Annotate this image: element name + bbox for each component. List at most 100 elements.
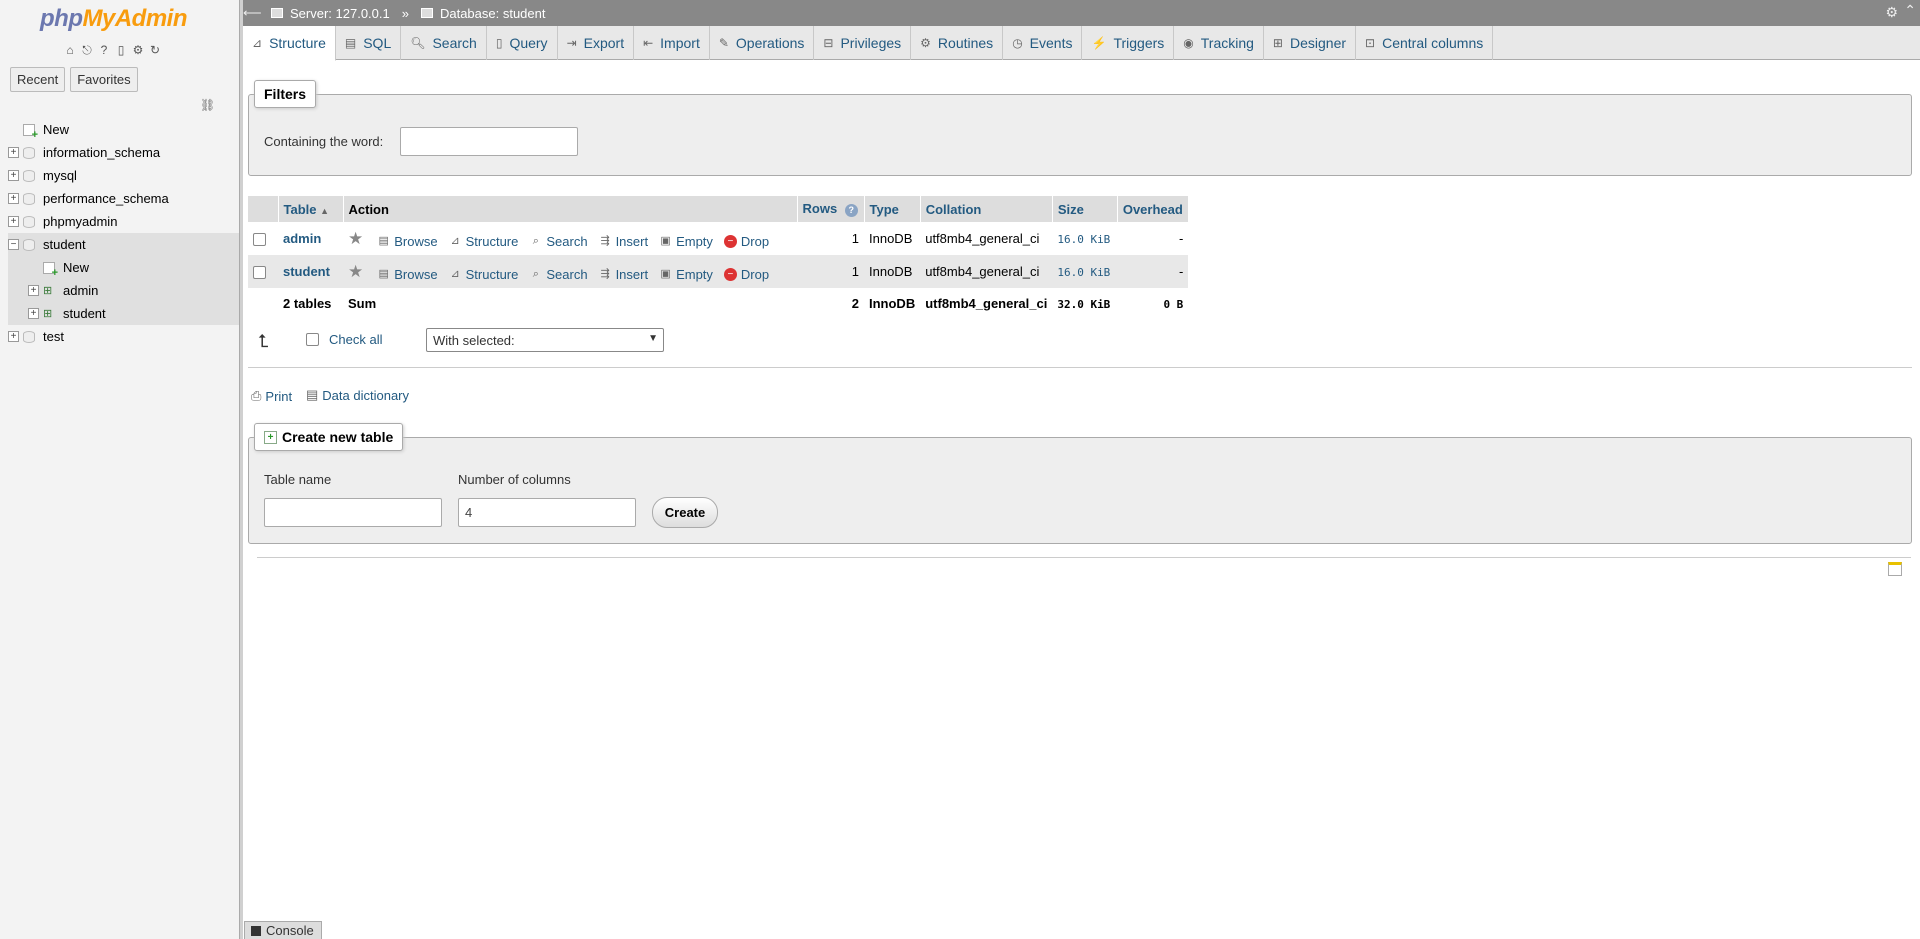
help-icon[interactable]: ? xyxy=(97,43,111,57)
console-toggle[interactable]: Console xyxy=(244,921,322,939)
tree-item-information-schema[interactable]: + information_schema xyxy=(8,141,239,164)
tree-item-New[interactable]: New xyxy=(8,118,239,141)
search-action[interactable]: ⌕ Search xyxy=(529,234,588,249)
tab-search[interactable]: 🔍︎ Search xyxy=(401,26,487,60)
expand-icon[interactable]: + xyxy=(8,216,19,227)
tab-sql[interactable]: ▤ SQL xyxy=(336,26,402,60)
table-name-link[interactable]: student xyxy=(283,264,330,279)
drop-action[interactable]: − Drop xyxy=(723,267,769,282)
browse-action[interactable]: ▤ Browse xyxy=(377,267,438,282)
reload-icon[interactable]: ↻ xyxy=(148,43,162,57)
expand-icon[interactable]: + xyxy=(8,170,19,181)
header-size[interactable]: Size xyxy=(1052,196,1118,222)
tab-central-columns[interactable]: ⊡ Central columns xyxy=(1356,26,1494,60)
tree-item-student[interactable]: − student xyxy=(8,233,239,256)
collapse-icon[interactable]: − xyxy=(8,239,19,250)
favorite-star-icon[interactable]: ★ xyxy=(348,262,363,281)
sort-overhead-link[interactable]: Overhead xyxy=(1123,202,1183,217)
tree-item-label[interactable]: mysql xyxy=(43,168,77,183)
tree-item-label[interactable]: test xyxy=(43,329,64,344)
tree-item-label[interactable]: New xyxy=(63,260,89,275)
create-button[interactable]: Create xyxy=(652,497,718,528)
tree-item-performance-schema[interactable]: + performance_schema xyxy=(8,187,239,210)
tree-item-label[interactable]: phpmyadmin xyxy=(43,214,117,229)
tree-item-student-child[interactable]: + ⊞ student xyxy=(8,302,239,325)
sort-table-link[interactable]: Table xyxy=(284,202,317,217)
row-checkbox[interactable] xyxy=(253,233,266,247)
header-type[interactable]: Type xyxy=(864,196,921,222)
tab-routines[interactable]: ⚙ Routines xyxy=(911,26,1004,60)
with-selected-select[interactable]: With selected: ▼ xyxy=(426,328,664,352)
tree-item-phpmyadmin[interactable]: + phpmyadmin xyxy=(8,210,239,233)
sort-rows-link[interactable]: Rows xyxy=(803,201,838,216)
search-action[interactable]: ⌕ Search xyxy=(529,267,588,282)
sort-collation-link[interactable]: Collation xyxy=(926,202,982,217)
tree-item-test[interactable]: + test xyxy=(8,325,239,348)
header-overhead[interactable]: Overhead xyxy=(1117,196,1189,222)
tab-structure[interactable]: ⊿ Structure xyxy=(243,26,336,61)
print-link[interactable]: ⎙ Print xyxy=(251,388,292,404)
number-of-columns-input[interactable]: 4 xyxy=(458,498,636,527)
filter-input[interactable] xyxy=(400,127,578,156)
table-name-link[interactable]: admin xyxy=(283,231,321,246)
expand-icon[interactable]: + xyxy=(8,147,19,158)
tree-item-label[interactable]: student xyxy=(43,237,86,252)
tab-designer[interactable]: ⊞ Designer xyxy=(1264,26,1357,60)
breadcrumb-database[interactable]: Database: student xyxy=(440,6,546,21)
size-link[interactable]: 16.0 KiB xyxy=(1057,266,1110,279)
header-rows[interactable]: Rows ? xyxy=(797,196,865,222)
expand-icon[interactable]: + xyxy=(28,285,39,296)
tab-triggers[interactable]: ⚡ Triggers xyxy=(1082,26,1175,60)
check-all-checkbox[interactable] xyxy=(306,333,319,346)
tree-item-label[interactable]: information_schema xyxy=(43,145,160,160)
row-checkbox[interactable] xyxy=(253,266,266,280)
sort-size-link[interactable]: Size xyxy=(1058,202,1084,217)
structure-action[interactable]: ⊿ Structure xyxy=(449,267,519,282)
empty-action[interactable]: ▣ Empty xyxy=(659,267,713,282)
home-icon[interactable]: ⌂ xyxy=(63,43,77,57)
tree-item-admin-child[interactable]: + ⊞ admin xyxy=(8,279,239,302)
drop-action[interactable]: − Drop xyxy=(723,234,769,249)
favorites-tab[interactable]: Favorites xyxy=(70,67,138,92)
tree-item-label[interactable]: New xyxy=(43,122,69,137)
tab-privileges[interactable]: ⊟ Privileges xyxy=(814,26,912,60)
tree-item-label[interactable]: performance_schema xyxy=(43,191,169,206)
empty-action[interactable]: ▣ Empty xyxy=(659,234,713,249)
page-settings-icon[interactable]: ⚙ xyxy=(1885,4,1898,21)
expand-icon[interactable]: + xyxy=(8,331,19,342)
expand-icon[interactable]: + xyxy=(8,193,19,204)
structure-action[interactable]: ⊿ Structure xyxy=(449,234,519,249)
table-name-input[interactable] xyxy=(264,498,442,527)
tab-import[interactable]: ⇤ Import xyxy=(634,26,710,60)
insert-action[interactable]: ⇶ Insert xyxy=(599,234,648,249)
sort-type-link[interactable]: Type xyxy=(870,202,899,217)
tree-item-label[interactable]: admin xyxy=(63,283,98,298)
tree-item-label[interactable]: student xyxy=(63,306,106,321)
docs-icon[interactable]: ▯ xyxy=(114,43,128,57)
expand-icon[interactable]: + xyxy=(28,308,39,319)
collapse-nav-icon[interactable]: ⟵ xyxy=(243,5,262,21)
size-link[interactable]: 16.0 KiB xyxy=(1057,233,1110,246)
check-all-label[interactable]: Check all xyxy=(329,332,382,347)
tree-item-New-child[interactable]: New xyxy=(8,256,239,279)
tab-events[interactable]: ◷ Events xyxy=(1003,26,1083,60)
header-collation[interactable]: Collation xyxy=(920,196,1053,222)
tab-operations[interactable]: ✎ Operations xyxy=(710,26,815,60)
nav-resizer[interactable] xyxy=(240,0,243,939)
tab-export[interactable]: ⇥ Export xyxy=(558,26,635,60)
logout-icon[interactable]: ⎋ xyxy=(80,43,94,57)
recent-tab[interactable]: Recent xyxy=(10,67,66,92)
favorite-star-icon[interactable]: ★ xyxy=(348,229,363,248)
browse-action[interactable]: ▤ Browse xyxy=(377,234,438,249)
link-with-main-icon[interactable]: ⛓ xyxy=(200,98,215,112)
settings-icon[interactable]: ⚙ xyxy=(131,43,145,57)
breadcrumb-server[interactable]: Server: 127.0.0.1 xyxy=(290,6,390,21)
help-icon[interactable]: ? xyxy=(844,204,858,217)
phpmyadmin-logo[interactable]: phpMyAdmin xyxy=(40,5,187,33)
header-table[interactable]: Table ▲ xyxy=(278,196,344,222)
tree-item-mysql[interactable]: + mysql xyxy=(8,164,239,187)
tab-tracking[interactable]: ◉ Tracking xyxy=(1174,26,1264,60)
notepad-icon[interactable] xyxy=(1888,562,1902,576)
insert-action[interactable]: ⇶ Insert xyxy=(599,267,648,282)
tab-query[interactable]: ▯ Query xyxy=(487,26,558,60)
